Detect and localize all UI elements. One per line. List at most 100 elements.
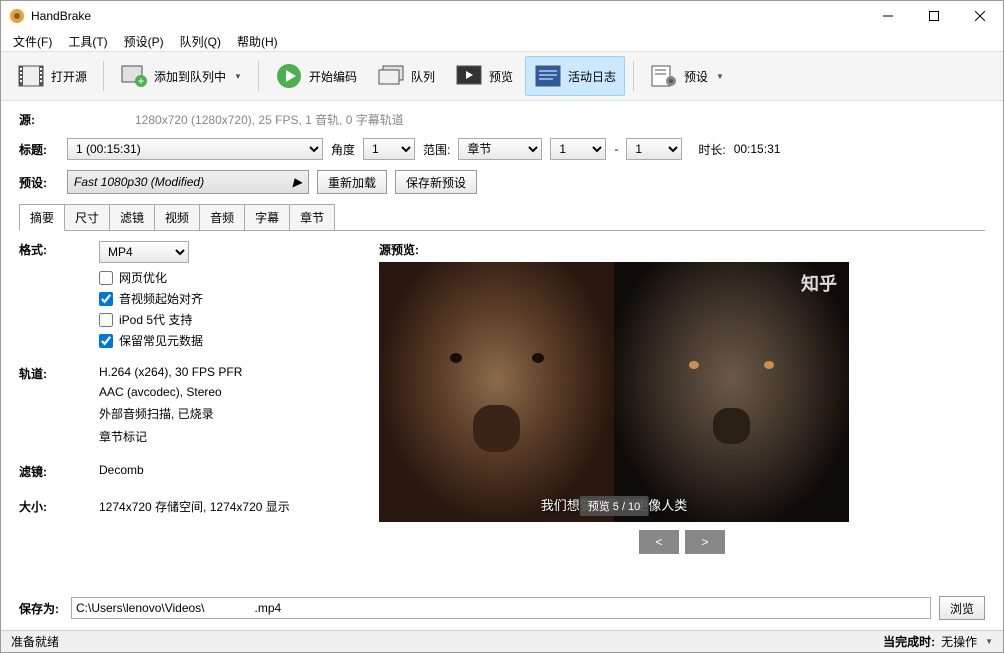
when-done-label: 当完成时: bbox=[883, 633, 935, 650]
title-label: 标题: bbox=[19, 141, 59, 158]
ipod-support-checkbox[interactable] bbox=[99, 313, 113, 327]
menu-presets[interactable]: 预设(P) bbox=[116, 31, 172, 52]
format-select[interactable]: MP4 bbox=[99, 241, 189, 263]
check-label: iPod 5代 支持 bbox=[119, 311, 192, 328]
tab-audio[interactable]: 音频 bbox=[199, 204, 245, 230]
tabs: 摘要 尺寸 滤镜 视频 音频 字幕 章节 bbox=[19, 204, 985, 231]
add-queue-icon: + bbox=[120, 62, 148, 90]
preview-button[interactable]: 预览 bbox=[447, 56, 521, 96]
title-select[interactable]: 1 (00:15:31) bbox=[67, 138, 323, 160]
presets-icon bbox=[650, 62, 678, 90]
toolbar-label: 活动日志 bbox=[568, 68, 616, 85]
preview-next-button[interactable]: > bbox=[685, 530, 725, 554]
toolbar: 打开源 + 添加到队列中 ▼ 开始编码 队列 预览 活动日志 预设 ▼ bbox=[1, 51, 1003, 101]
preview-prev-button[interactable]: < bbox=[639, 530, 679, 554]
preview-label: 源预览: bbox=[379, 241, 985, 258]
menu-queue[interactable]: 队列(Q) bbox=[172, 31, 229, 52]
preset-select[interactable]: Fast 1080p30 (Modified) ▶ bbox=[67, 170, 309, 194]
when-done-value[interactable]: 无操作 bbox=[941, 633, 977, 650]
menu-file[interactable]: 文件(F) bbox=[5, 31, 60, 52]
tab-video[interactable]: 视频 bbox=[154, 204, 200, 230]
preset-value: Fast 1080p30 (Modified) bbox=[74, 175, 204, 189]
chevron-down-icon: ▼ bbox=[234, 72, 242, 81]
range-label: 范围: bbox=[423, 141, 450, 158]
filters-value: Decomb bbox=[99, 463, 349, 477]
menu-help[interactable]: 帮助(H) bbox=[229, 31, 286, 52]
window-title: HandBrake bbox=[31, 9, 865, 23]
preset-label: 预设: bbox=[19, 174, 59, 191]
separator bbox=[258, 61, 259, 91]
app-icon bbox=[9, 8, 25, 24]
activity-log-button[interactable]: 活动日志 bbox=[525, 56, 625, 96]
chevron-down-icon: ▼ bbox=[985, 637, 993, 646]
range-type-select[interactable]: 章节 bbox=[458, 138, 542, 160]
av-start-checkbox[interactable] bbox=[99, 292, 113, 306]
toolbar-label: 预设 bbox=[684, 68, 708, 85]
tracks-label: 轨道: bbox=[19, 365, 99, 382]
separator bbox=[103, 61, 104, 91]
preview-image: 知乎 我们想要表现 则更像人类 预览 5 / 10 bbox=[379, 262, 849, 522]
svg-text:+: + bbox=[138, 74, 145, 87]
track-subtitle: 外部音频扫描, 已烧录 bbox=[99, 405, 349, 422]
toolbar-label: 队列 bbox=[411, 68, 435, 85]
track-audio: AAC (avcodec), Stereo bbox=[99, 385, 349, 399]
save-path-input[interactable] bbox=[71, 597, 931, 619]
web-optimized-checkbox[interactable] bbox=[99, 271, 113, 285]
check-label: 网页优化 bbox=[119, 269, 167, 286]
tab-subtitles[interactable]: 字幕 bbox=[244, 204, 290, 230]
toolbar-label: 打开源 bbox=[51, 68, 87, 85]
open-source-button[interactable]: 打开源 bbox=[9, 56, 95, 96]
tab-dimensions[interactable]: 尺寸 bbox=[64, 204, 110, 230]
angle-select[interactable]: 1 bbox=[363, 138, 415, 160]
track-video: H.264 (x264), 30 FPS PFR bbox=[99, 365, 349, 379]
toolbar-label: 开始编码 bbox=[309, 68, 357, 85]
tab-chapters[interactable]: 章节 bbox=[289, 204, 335, 230]
tab-summary[interactable]: 摘要 bbox=[19, 204, 65, 231]
angle-label: 角度 bbox=[331, 141, 355, 158]
size-label: 大小: bbox=[19, 498, 99, 515]
size-value: 1274x720 存储空间, 1274x720 显示 bbox=[99, 498, 349, 515]
save-label: 保存为: bbox=[19, 600, 63, 617]
queue-icon bbox=[377, 62, 405, 90]
range-to-select[interactable]: 1 bbox=[626, 138, 682, 160]
preview-counter: 预览 5 / 10 bbox=[580, 496, 649, 516]
track-chapters: 章节标记 bbox=[99, 428, 349, 445]
preview-icon bbox=[455, 62, 483, 90]
play-icon bbox=[275, 62, 303, 90]
close-button[interactable] bbox=[957, 1, 1003, 31]
check-label: 保留常见元数据 bbox=[119, 332, 203, 349]
range-separator: - bbox=[614, 142, 618, 156]
watermark: 知乎 bbox=[801, 270, 837, 296]
chevron-right-icon: ▶ bbox=[293, 175, 302, 189]
minimize-button[interactable] bbox=[865, 1, 911, 31]
toolbar-label: 添加到队列中 bbox=[154, 68, 226, 85]
tab-filters[interactable]: 滤镜 bbox=[109, 204, 155, 230]
save-preset-button[interactable]: 保存新预设 bbox=[395, 170, 477, 194]
menu-bar: 文件(F) 工具(T) 预设(P) 队列(Q) 帮助(H) bbox=[1, 31, 1003, 51]
filters-label: 滤镜: bbox=[19, 463, 99, 480]
log-icon bbox=[534, 62, 562, 90]
format-label: 格式: bbox=[19, 241, 99, 258]
start-encode-button[interactable]: 开始编码 bbox=[267, 56, 365, 96]
keep-metadata-checkbox[interactable] bbox=[99, 334, 113, 348]
chevron-down-icon: ▼ bbox=[716, 72, 724, 81]
check-label: 音视频起始对齐 bbox=[119, 290, 203, 307]
menu-tools[interactable]: 工具(T) bbox=[60, 31, 115, 52]
add-to-queue-button[interactable]: + 添加到队列中 ▼ bbox=[112, 56, 250, 96]
reload-preset-button[interactable]: 重新加载 bbox=[317, 170, 387, 194]
title-bar: HandBrake bbox=[1, 1, 1003, 31]
source-label: 源: bbox=[19, 111, 59, 128]
film-icon bbox=[17, 62, 45, 90]
range-from-select[interactable]: 1 bbox=[550, 138, 606, 160]
status-bar: 准备就绪 当完成时: 无操作 ▼ bbox=[1, 630, 1003, 652]
browse-button[interactable]: 浏览 bbox=[939, 596, 985, 620]
maximize-button[interactable] bbox=[911, 1, 957, 31]
duration-value: 00:15:31 bbox=[734, 142, 781, 156]
source-info: 1280x720 (1280x720), 25 FPS, 1 音轨, 0 字幕轨… bbox=[135, 111, 404, 128]
separator bbox=[633, 61, 634, 91]
presets-button[interactable]: 预设 ▼ bbox=[642, 56, 732, 96]
duration-label: 时长: bbox=[698, 141, 725, 158]
toolbar-label: 预览 bbox=[489, 68, 513, 85]
queue-button[interactable]: 队列 bbox=[369, 56, 443, 96]
status-text: 准备就绪 bbox=[11, 633, 59, 650]
